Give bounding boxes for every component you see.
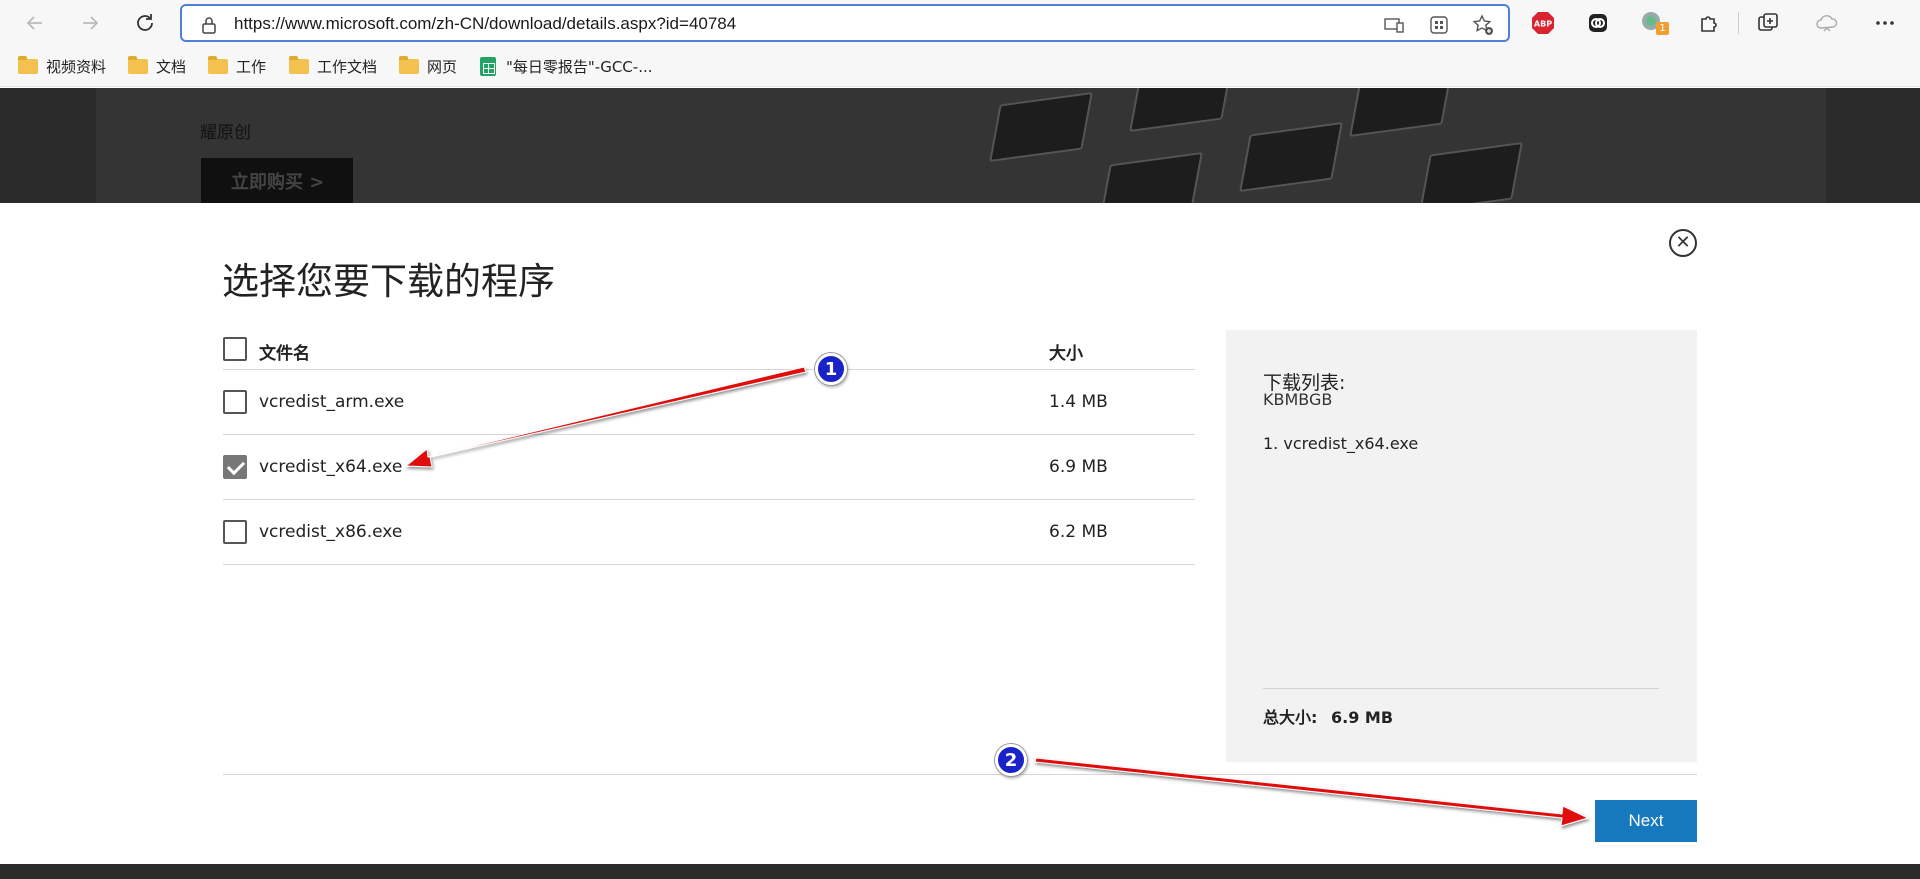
total-value: 6.9 MB: [1330, 708, 1394, 727]
arrow-right-icon: [83, 16, 99, 30]
buy-now-button[interactable]: 立即购买 >: [201, 158, 353, 203]
summary-item: 1. vcredist_x64.exe: [1263, 434, 1419, 453]
file-checkbox[interactable]: [223, 390, 247, 414]
header-filename: 文件名: [259, 344, 310, 364]
file-table: 文件名 大小 vcredist_arm.exe 1.4 MB vcredist_…: [223, 328, 1195, 565]
table-row[interactable]: vcredist_x86.exe 6.2 MB: [223, 500, 1195, 565]
download-summary-panel: 下载列表: KBMBGB 1. vcredist_x64.exe 总大小: 6.…: [1226, 330, 1697, 762]
bookmark-label: 工作: [236, 57, 267, 76]
collections-icon[interactable]: [1755, 10, 1781, 36]
file-name: vcredist_x86.exe: [259, 522, 403, 542]
summary-divider: [1263, 688, 1659, 689]
bookmark-label: 视频资料: [46, 57, 107, 76]
bookmark-folder[interactable]: 工作: [208, 55, 266, 77]
laptop-image: [1239, 122, 1343, 192]
toolbar-separator: [1738, 12, 1739, 34]
bookmark-label: "每日零报告"-GCC-...: [506, 57, 653, 76]
folder-icon: [208, 55, 228, 74]
app-available-icon[interactable]: [1383, 14, 1405, 36]
folder-icon: [18, 55, 38, 74]
folder-icon: [399, 55, 419, 74]
file-name: vcredist_arm.exe: [259, 392, 405, 412]
table-header: 文件名 大小: [223, 328, 1195, 370]
bookmark-folder[interactable]: 文档: [128, 55, 186, 77]
extension-badge-icon[interactable]: 1: [1640, 10, 1669, 36]
adblock-icon[interactable]: ABP: [1530, 10, 1556, 36]
laptop-image: [1349, 88, 1453, 137]
close-dialog-button[interactable]: ✕: [1669, 229, 1697, 257]
back-button[interactable]: [20, 8, 50, 38]
laptop-image: [989, 92, 1093, 162]
table-row[interactable]: vcredist_arm.exe 1.4 MB: [223, 370, 1195, 435]
more-menu-icon[interactable]: [1872, 10, 1898, 36]
banner-subtitle: 耀原创: [200, 123, 251, 143]
bookmark-sheet[interactable]: "每日零报告"-GCC-...: [480, 55, 653, 77]
table-row[interactable]: vcredist_x64.exe 6.9 MB: [223, 435, 1195, 500]
arrow-left-icon: [26, 16, 42, 30]
bookmark-folder[interactable]: 工作文档: [289, 55, 377, 77]
folder-icon: [289, 55, 309, 74]
next-button[interactable]: Next: [1595, 800, 1697, 842]
extension-link-icon[interactable]: [1585, 10, 1611, 36]
add-favorite-icon[interactable]: [1472, 14, 1494, 36]
address-bar[interactable]: https://www.microsoft.com/zh-CN/download…: [180, 4, 1510, 42]
bookmark-label: 文档: [156, 57, 187, 76]
profile-cloud-icon[interactable]: [1814, 10, 1840, 36]
banner-panel: [96, 88, 1826, 203]
file-size: 6.2 MB: [1049, 522, 1108, 542]
bookmark-folder[interactable]: 视频资料: [18, 55, 106, 77]
annotation-badge-2: 2: [995, 744, 1027, 776]
file-size: 6.9 MB: [1049, 457, 1108, 477]
url-text[interactable]: https://www.microsoft.com/zh-CN/download…: [234, 14, 736, 34]
summary-subtitle: KBMBGB: [1263, 390, 1333, 409]
spreadsheet-icon: [480, 56, 496, 76]
page-footer: [0, 864, 1920, 879]
laptop-image: [1099, 152, 1203, 203]
browser-toolbar: https://www.microsoft.com/zh-CN/download…: [0, 0, 1920, 46]
summary-total: 总大小: 6.9 MB: [1263, 704, 1393, 728]
total-label: 总大小:: [1263, 708, 1318, 727]
annotation-badge-1: 1: [815, 353, 847, 385]
file-checkbox[interactable]: [223, 455, 247, 479]
bookmark-folder[interactable]: 网页: [399, 55, 457, 77]
bookmark-label: 网页: [427, 57, 458, 76]
file-size: 1.4 MB: [1049, 392, 1108, 412]
page-banner: 耀原创 立即购买 >: [0, 88, 1920, 203]
refresh-icon: [137, 14, 153, 31]
forward-button[interactable]: [75, 8, 105, 38]
file-checkbox[interactable]: [223, 520, 247, 544]
laptop-image: [1129, 88, 1233, 132]
bookmarks-bar: 视频资料 文档 工作 工作文档 网页 "每日零报告"-GCC-...: [0, 46, 1920, 87]
extension-badge-count: 1: [1656, 22, 1669, 35]
refresh-button[interactable]: [130, 8, 160, 38]
svg-text:ABP: ABP: [1534, 20, 1552, 29]
immersive-reader-icon[interactable]: [1428, 14, 1450, 36]
select-all-checkbox[interactable]: [223, 337, 247, 361]
file-name: vcredist_x64.exe: [259, 457, 403, 477]
folder-icon: [128, 55, 148, 74]
lock-icon[interactable]: [198, 14, 220, 36]
bookmark-label: 工作文档: [317, 57, 378, 76]
extensions-puzzle-icon[interactable]: [1696, 10, 1722, 36]
dialog-divider: [223, 774, 1697, 775]
header-size: 大小: [1049, 344, 1083, 364]
laptop-image: [1419, 142, 1523, 203]
dialog-title: 选择您要下载的程序: [222, 260, 555, 303]
download-dialog: ✕ 选择您要下载的程序 文件名 大小 vcredist_arm.exe 1.4 …: [0, 203, 1920, 864]
